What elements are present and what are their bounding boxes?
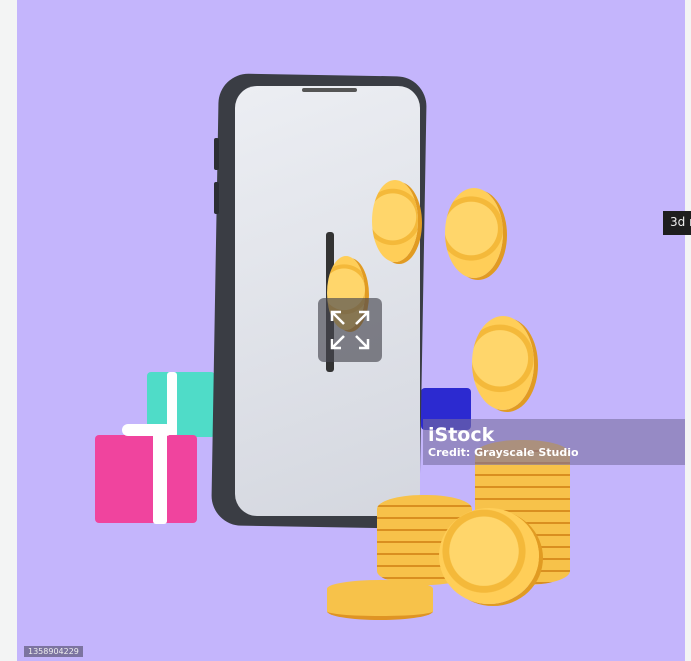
title-tooltip: 3d r <box>663 211 691 235</box>
gift-pink <box>95 435 197 523</box>
coin <box>445 188 503 278</box>
phone-notch <box>302 88 357 92</box>
coin <box>372 180 418 262</box>
expand-icon <box>330 310 370 350</box>
stock-image[interactable]: iStock Credit: Grayscale Studio 13589042… <box>17 0 685 661</box>
coin <box>439 508 539 604</box>
phone-button <box>214 138 219 170</box>
coin <box>472 316 534 410</box>
gift-pink-ribbon <box>153 432 167 524</box>
credit-text: Credit: Grayscale Studio <box>428 446 579 459</box>
istock-watermark: iStock Credit: Grayscale Studio <box>423 419 685 465</box>
phone-button <box>214 182 219 214</box>
gift-pink-bow <box>122 424 172 436</box>
expand-button[interactable] <box>318 298 382 362</box>
image-id: 1358904229 <box>24 646 83 657</box>
coin-flat <box>327 580 433 620</box>
istock-logo: iStock <box>428 424 495 446</box>
